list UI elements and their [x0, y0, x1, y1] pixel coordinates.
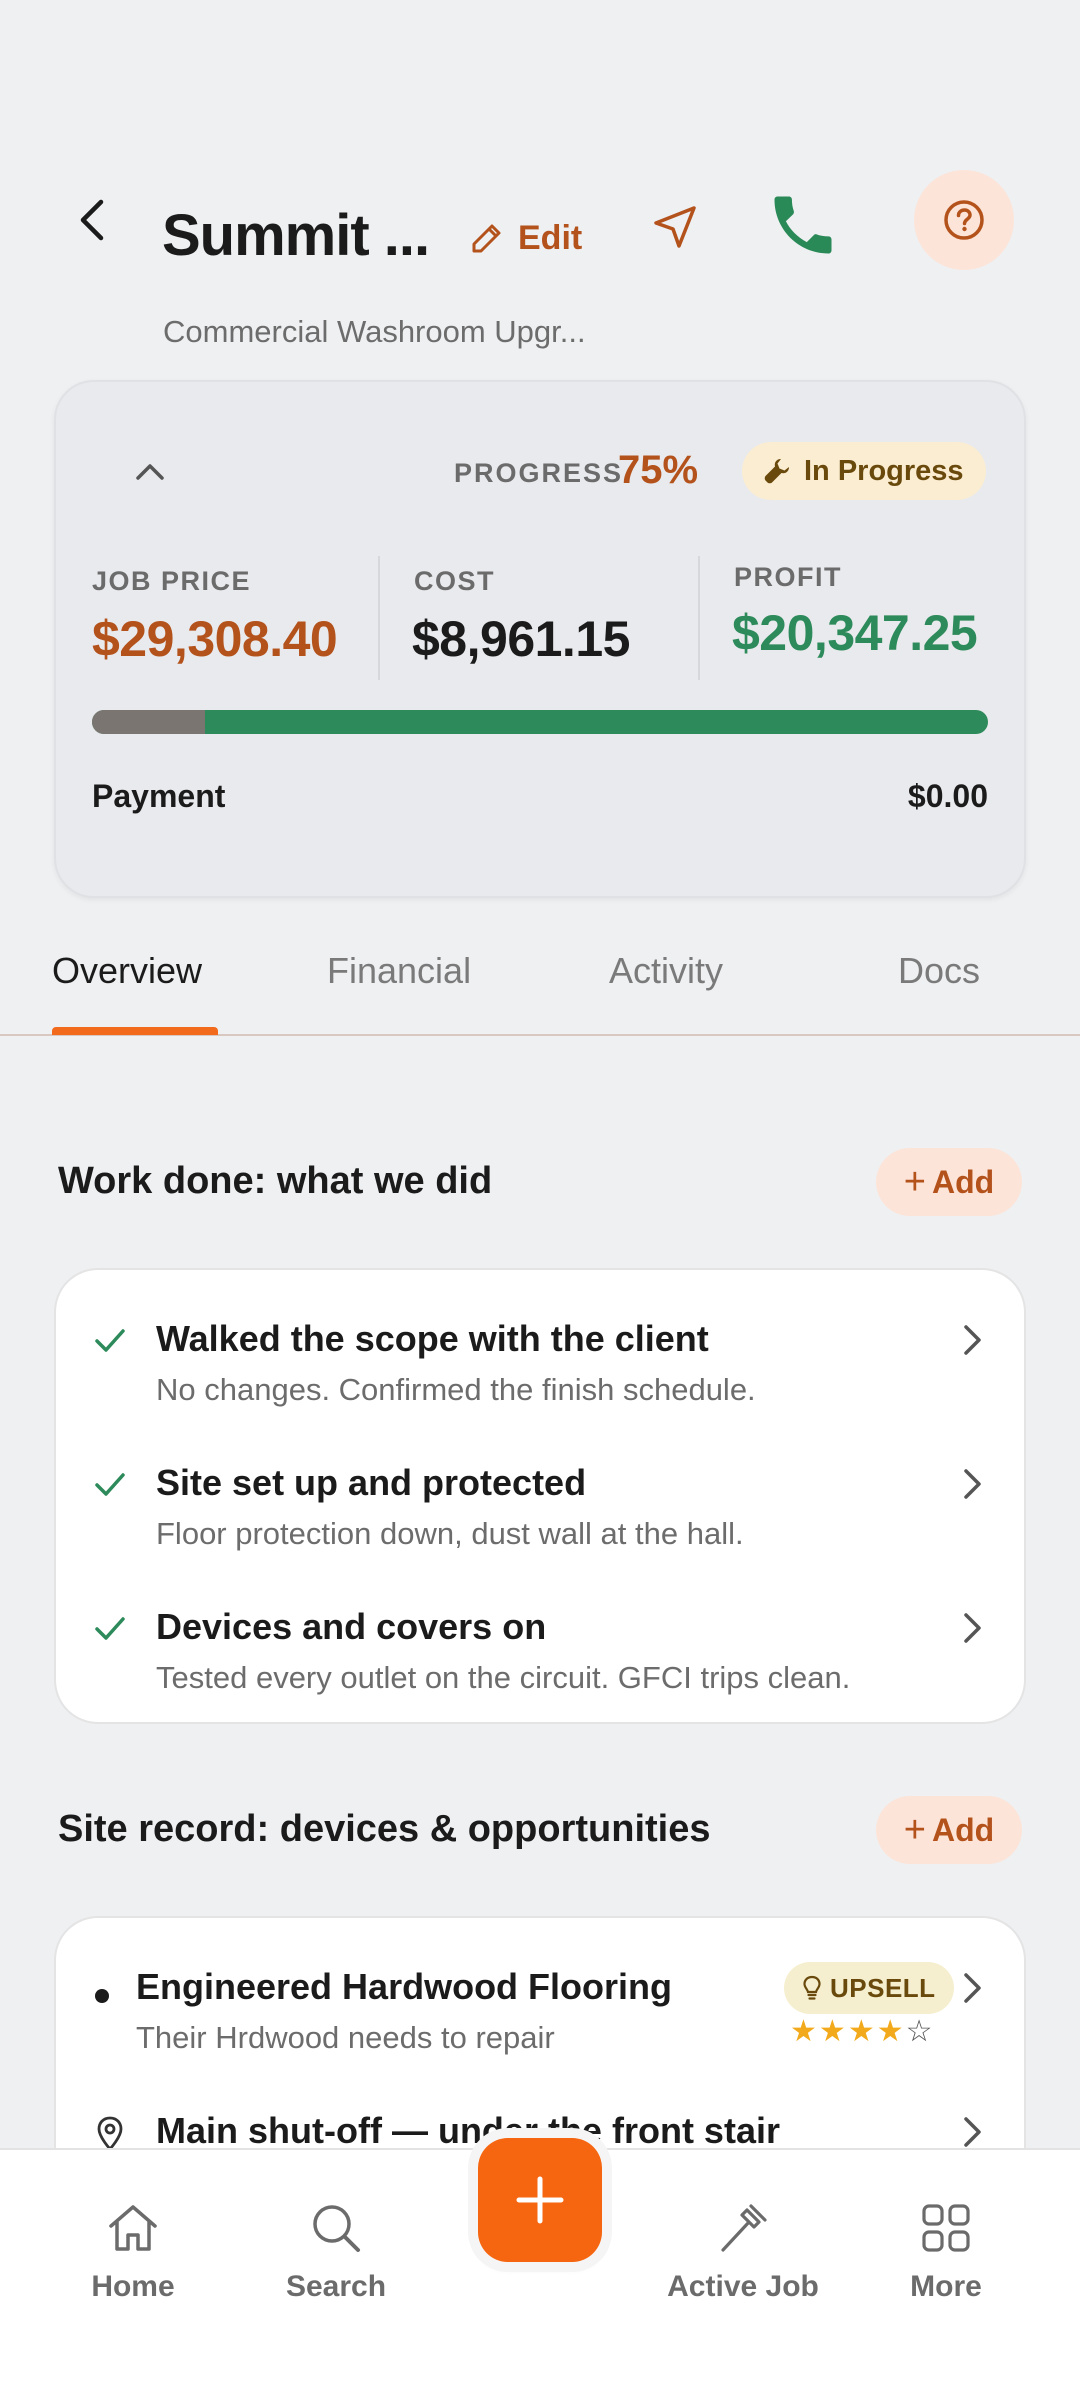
star-empty-icon: ☆ — [905, 2015, 933, 2048]
nav-home[interactable]: Home — [53, 2198, 213, 2304]
item-title: Site set up and protected — [156, 1462, 587, 1503]
help-icon — [944, 200, 984, 240]
list-item[interactable]: Site set up and protected Floor protecti… — [56, 1454, 1028, 1584]
job-subtitle: Commercial Washroom Upgr... — [163, 314, 586, 349]
tab-docs[interactable]: Docs — [898, 950, 980, 992]
cost-value: $8,961.15 — [412, 611, 630, 667]
chevron-right-icon — [964, 2117, 981, 2147]
payment-value: $0.00 — [907, 778, 988, 814]
nav-search-label: Search — [285, 2270, 387, 2303]
nav-active-job-label: Active Job — [667, 2270, 819, 2303]
upsell-badge: UPSELL — [784, 1962, 954, 2014]
nav-search[interactable]: Search — [256, 2198, 416, 2304]
star-filled-icon: ★ — [847, 2015, 875, 2048]
profit-label: PROFIT — [734, 562, 842, 592]
site-record-title: Site record: devices & opportunities — [58, 1808, 711, 1850]
plus-icon: + — [903, 1809, 926, 1851]
job-price-value: $29,308.40 — [92, 611, 338, 667]
list-item[interactable]: Walked the scope with the client No chan… — [56, 1310, 1028, 1440]
job-price-label: JOB PRICE — [92, 566, 252, 596]
add-label: Add — [932, 1163, 995, 1200]
item-title: Devices and covers on — [156, 1606, 547, 1647]
wrench-icon — [764, 459, 789, 484]
lightbulb-icon — [803, 1975, 821, 2000]
tab-overview[interactable]: Overview — [52, 950, 202, 992]
nav-more[interactable]: More — [866, 2198, 1026, 2304]
edit-button[interactable]: Edit — [470, 210, 582, 266]
badge-label: UPSELL — [830, 1972, 936, 2003]
item-title: Engineered Hardwood Flooring — [136, 1966, 673, 2007]
list-item[interactable]: Engineered Hardwood Flooring Their Hrdwo… — [56, 1958, 1028, 2088]
add-fab-button[interactable] — [478, 2138, 602, 2262]
item-title: Walked the scope with the client — [156, 1318, 709, 1359]
chevron-right-icon — [964, 1325, 981, 1355]
grid-icon — [922, 2204, 970, 2252]
check-icon — [95, 1617, 125, 1640]
progress-value: 75% — [618, 448, 699, 492]
job-title: Summit ... — [162, 203, 430, 268]
item-subtitle: Their Hrdwood needs to repair — [136, 2020, 555, 2055]
star-filled-icon: ★ — [818, 2015, 846, 2048]
tab-activity[interactable]: Activity — [609, 950, 723, 992]
stat-divider — [378, 556, 380, 680]
status-badge: In Progress — [742, 442, 986, 500]
profit-value: $20,347.25 — [732, 605, 978, 661]
chevron-right-icon — [964, 1469, 981, 1499]
item-subtitle: Floor protection down, dust wall at the … — [156, 1516, 744, 1551]
rating-stars: ★ ★ ★ ★ ☆ — [790, 2016, 933, 2048]
add-site-record-button[interactable]: + Add — [876, 1796, 1022, 1864]
nav-more-label: More — [910, 2270, 982, 2303]
cost-profit-bar — [92, 710, 988, 734]
check-icon — [95, 1329, 125, 1352]
help-button[interactable] — [914, 170, 1014, 270]
check-icon — [95, 1473, 125, 1496]
plus-icon — [516, 2176, 564, 2224]
work-done-card: Walked the scope with the client No chan… — [54, 1268, 1026, 1724]
hammer-icon — [721, 2204, 767, 2252]
nav-active-job[interactable]: Active Job — [663, 2198, 823, 2304]
add-work-button[interactable]: + Add — [876, 1148, 1022, 1216]
chevron-left-icon — [80, 199, 104, 241]
payment-label: Payment — [92, 778, 226, 814]
plus-icon: + — [903, 1161, 926, 1203]
stat-divider — [698, 556, 700, 680]
star-filled-icon: ★ — [790, 2015, 817, 2048]
item-subtitle: No changes. Confirmed the finish schedul… — [156, 1372, 756, 1407]
add-label: Add — [932, 1811, 995, 1848]
item-title: Main shut-off — under the front stair — [156, 2110, 780, 2151]
work-done-title: Work done: what we did — [58, 1160, 493, 1202]
cost-label: COST — [414, 566, 496, 596]
active-tab-indicator — [52, 1027, 218, 1035]
navigation-arrow-icon — [654, 206, 696, 248]
bullet-icon — [95, 1989, 109, 2003]
star-filled-icon: ★ — [876, 2015, 904, 2048]
cost-bar-fill — [92, 710, 205, 734]
status-label: In Progress — [804, 454, 964, 487]
nav-home-label: Home — [91, 2270, 175, 2303]
search-icon — [313, 2205, 360, 2252]
chevron-up-icon — [136, 464, 164, 480]
phone-icon — [774, 196, 832, 254]
list-item[interactable]: Devices and covers on Tested every outle… — [56, 1598, 1028, 1728]
back-button[interactable] — [62, 190, 122, 250]
edit-label: Edit — [518, 218, 583, 257]
tab-financial[interactable]: Financial — [327, 950, 471, 992]
chevron-right-icon — [964, 1613, 981, 1643]
chevron-right-icon — [964, 1973, 981, 2003]
navigate-button[interactable] — [640, 192, 710, 262]
home-icon — [109, 2205, 157, 2251]
pencil-icon — [472, 224, 501, 253]
collapse-button[interactable] — [120, 446, 180, 498]
progress-label: PROGRESS — [454, 458, 624, 488]
item-subtitle: Tested every outlet on the circuit. GFCI… — [156, 1660, 851, 1695]
call-button[interactable] — [760, 182, 846, 268]
